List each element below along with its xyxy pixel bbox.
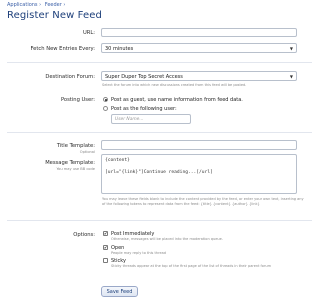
title-template-input[interactable] bbox=[101, 140, 297, 150]
page-title: Register New Feed bbox=[7, 10, 102, 21]
destination-forum-value: Super Duper Top Secret Access bbox=[105, 74, 183, 80]
chevron-down-icon: ▼ bbox=[289, 74, 293, 79]
sticky-checkbox[interactable] bbox=[103, 258, 108, 263]
message-template-sub: You may use BB code bbox=[56, 167, 95, 171]
open-hint: People may reply to this thread bbox=[111, 251, 166, 255]
message-template-line-content: {content} bbox=[105, 158, 130, 163]
fetch-label: Fetch New Entries Every: bbox=[30, 46, 95, 52]
posting-user-label: Posting User: bbox=[60, 97, 95, 103]
fetch-interval-select[interactable]: 30 minutes ▼ bbox=[101, 43, 297, 53]
open-checkbox[interactable]: ✔ bbox=[103, 245, 108, 250]
url-input[interactable] bbox=[101, 28, 297, 37]
message-template-line-link: [url="{link}"]Continue reading...[/url] bbox=[105, 170, 213, 175]
post-as-user-radio[interactable] bbox=[103, 106, 108, 111]
save-feed-button[interactable]: Save Feed bbox=[101, 286, 138, 297]
destination-label: Destination Forum: bbox=[45, 74, 95, 80]
sticky-hint: Sticky threads appear at the top of the … bbox=[111, 264, 271, 268]
breadcrumb: Applications › Feeder › bbox=[7, 2, 67, 8]
poster-username-input[interactable]: User Name... bbox=[111, 114, 191, 124]
breadcrumb-item-applications[interactable]: Applications › bbox=[7, 2, 41, 8]
fetch-interval-value: 30 minutes bbox=[105, 46, 134, 52]
breadcrumb-item-feeder[interactable]: Feeder › bbox=[45, 2, 66, 8]
divider bbox=[7, 132, 312, 133]
options-label: Options: bbox=[73, 232, 95, 238]
divider bbox=[7, 62, 312, 63]
post-as-guest-label: Post as guest, use name information from… bbox=[111, 97, 243, 103]
post-as-guest-radio[interactable] bbox=[103, 97, 108, 102]
destination-hint: Select the forum into which new discussi… bbox=[102, 83, 247, 87]
message-template-textarea[interactable]: {content} [url="{link}"]Continue reading… bbox=[101, 154, 297, 194]
post-immediately-checkbox[interactable]: ✔ bbox=[103, 231, 108, 236]
message-template-hint: You may leave these fields blank to incl… bbox=[102, 197, 304, 206]
url-label: URL: bbox=[82, 30, 95, 36]
chevron-down-icon: ▼ bbox=[289, 46, 293, 51]
destination-forum-select[interactable]: Super Duper Top Secret Access ▼ bbox=[101, 71, 297, 81]
title-template-label: Title Template: bbox=[56, 143, 95, 149]
post-immediately-hint: Otherwise, messages will be placed into … bbox=[111, 237, 223, 241]
divider bbox=[7, 220, 312, 221]
message-template-label: Message Template: bbox=[45, 160, 95, 166]
post-as-user-label: Post as the following user: bbox=[111, 106, 177, 112]
title-template-sub: Optional bbox=[79, 150, 95, 154]
